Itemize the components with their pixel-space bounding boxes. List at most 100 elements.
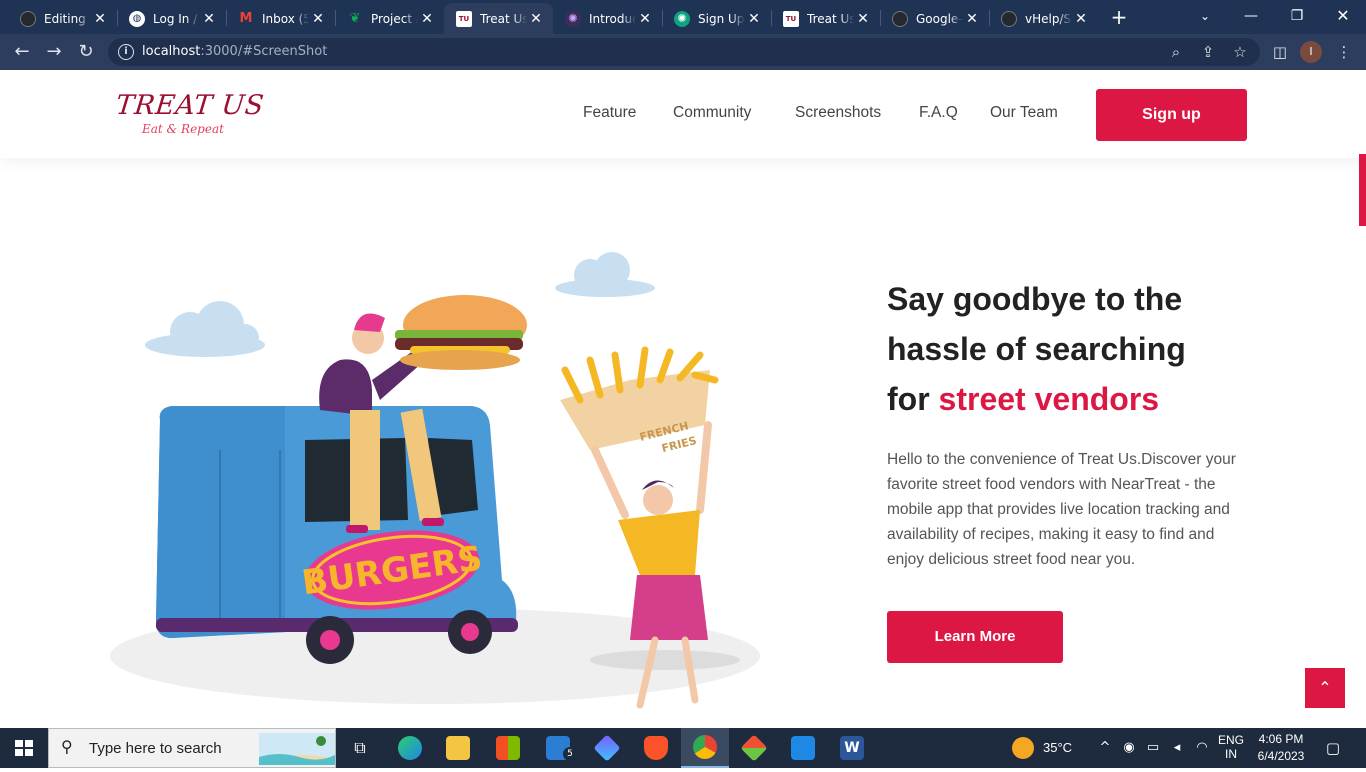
gmail-icon: M bbox=[239, 11, 253, 26]
search-icon: ⚲ bbox=[61, 737, 73, 756]
language-indicator[interactable]: ENG IN bbox=[1214, 733, 1248, 761]
copilot-icon[interactable] bbox=[583, 728, 631, 768]
tab-signup[interactable]: ✺ Sign Up ✕ bbox=[662, 3, 771, 34]
logo-title[interactable]: TREAT US bbox=[114, 90, 265, 121]
globe-icon: ◍ bbox=[129, 10, 145, 27]
tab-introducing[interactable]: ✺ Introduc ✕ bbox=[553, 3, 662, 34]
clock[interactable]: 4:06 PM 6/4/2023 bbox=[1252, 732, 1310, 763]
github-icon bbox=[892, 10, 908, 27]
close-icon[interactable]: ✕ bbox=[963, 11, 981, 27]
chrome-browser-icon[interactable] bbox=[681, 728, 729, 768]
new-tab-button[interactable]: + bbox=[1108, 6, 1130, 28]
url-text[interactable]: localhost:3000/#ScreenShot bbox=[142, 44, 327, 59]
windows-start-button[interactable] bbox=[0, 728, 48, 768]
signup-button[interactable]: Sign up bbox=[1096, 89, 1247, 141]
tab-editing[interactable]: Editing 2 ✕ bbox=[8, 3, 117, 34]
clock-time: 4:06 PM bbox=[1258, 732, 1304, 746]
url-path: :3000/#ScreenShot bbox=[200, 44, 328, 59]
close-icon[interactable]: ✕ bbox=[91, 11, 109, 27]
meet-now-icon[interactable]: ◉ bbox=[1120, 739, 1138, 757]
nav-faq[interactable]: F.A.Q bbox=[919, 104, 958, 122]
close-icon[interactable]: ✕ bbox=[854, 11, 872, 27]
git-icon[interactable] bbox=[730, 728, 778, 768]
tab-google[interactable]: Google- ✕ bbox=[880, 3, 989, 34]
tab-vhelp[interactable]: vHelp/S ✕ bbox=[989, 3, 1098, 34]
mail-icon[interactable]: 5 bbox=[534, 728, 582, 768]
tab-title: vHelp/S bbox=[1025, 11, 1072, 26]
close-icon[interactable]: ✕ bbox=[200, 11, 218, 27]
mongodb-icon: ❦ bbox=[349, 11, 361, 26]
treatus-icon: TU bbox=[783, 10, 799, 27]
hero-illustration: BURGERS FRENCH FRIES bbox=[110, 252, 760, 709]
clock-date: 6/4/2023 bbox=[1257, 749, 1305, 763]
hero-line-1: Say goodbye to the bbox=[887, 281, 1183, 317]
notification-icon[interactable]: ▢ bbox=[1324, 739, 1342, 757]
file-explorer-icon[interactable] bbox=[434, 728, 482, 768]
hero-line-3: for bbox=[887, 381, 939, 417]
close-icon[interactable]: ✕ bbox=[1072, 11, 1090, 27]
battery-icon[interactable]: ▭ bbox=[1144, 739, 1162, 757]
tab-title: Sign Up bbox=[698, 11, 745, 26]
tab-project[interactable]: ❦ Project A ✕ bbox=[335, 3, 444, 34]
share-icon[interactable]: ⇪ bbox=[1198, 42, 1218, 62]
tab-inbox[interactable]: M Inbox (5 ✕ bbox=[226, 3, 335, 34]
weather-sun-icon[interactable] bbox=[1012, 737, 1034, 759]
hero-accent: street vendors bbox=[938, 381, 1160, 417]
cloud-right-icon bbox=[555, 252, 655, 297]
minimize-button[interactable]: — bbox=[1228, 0, 1274, 34]
tab-login[interactable]: ◍ Log In / ✕ bbox=[117, 3, 226, 34]
volume-icon[interactable]: ◂ bbox=[1168, 739, 1186, 757]
task-view-icon[interactable]: ⧉ bbox=[336, 728, 384, 768]
weather-temp[interactable]: 35°C bbox=[1043, 740, 1072, 755]
wifi-icon[interactable]: ◠ bbox=[1193, 739, 1211, 757]
tab-title: Google- bbox=[916, 11, 963, 26]
nav-screenshots[interactable]: Screenshots bbox=[795, 104, 881, 122]
close-icon[interactable]: ✕ bbox=[745, 11, 763, 27]
microsoft-store-icon[interactable] bbox=[484, 728, 532, 768]
chevron-up-icon[interactable]: ^ bbox=[1096, 739, 1114, 757]
site-header: TREAT US Eat & Repeat Feature Community … bbox=[0, 70, 1366, 158]
back-to-top-chevron-up-icon[interactable]: ⌃ bbox=[1305, 668, 1345, 708]
learn-more-button[interactable]: Learn More bbox=[887, 611, 1063, 663]
tab-treat-us-active[interactable]: TU Treat Us ✕ bbox=[444, 3, 553, 34]
close-icon[interactable]: ✕ bbox=[527, 11, 545, 27]
close-window-button[interactable]: ✕ bbox=[1320, 0, 1366, 34]
scrollbar-thumb[interactable] bbox=[1359, 154, 1366, 226]
taskbar-search-box[interactable]: ⚲ Type here to search bbox=[48, 728, 336, 768]
nav-feature[interactable]: Feature bbox=[583, 104, 636, 122]
tab-title: Log In / bbox=[153, 11, 198, 26]
hero-description: Hello to the convenience of Treat Us.Dis… bbox=[887, 451, 1236, 568]
chatgpt-icon: ✺ bbox=[674, 10, 690, 27]
tab-title: Editing 2 bbox=[44, 11, 91, 26]
nav-our-team[interactable]: Our Team bbox=[990, 104, 1058, 122]
back-icon[interactable]: ← bbox=[10, 40, 34, 64]
close-icon[interactable]: ✕ bbox=[636, 11, 654, 27]
github-icon bbox=[20, 10, 36, 27]
brave-browser-icon[interactable] bbox=[632, 728, 680, 768]
vscode-icon[interactable] bbox=[779, 728, 827, 768]
address-bar[interactable]: i localhost:3000/#ScreenShot ⌕ ⇪ ☆ bbox=[108, 38, 1260, 66]
tab-search-icon[interactable]: ⌄ bbox=[1182, 0, 1228, 34]
food-truck: BURGERS bbox=[156, 406, 518, 664]
close-icon[interactable]: ✕ bbox=[309, 11, 327, 27]
side-panel-icon[interactable]: ◫ bbox=[1268, 40, 1292, 64]
bookmark-star-icon[interactable]: ☆ bbox=[1230, 42, 1250, 62]
hero-line-2: hassle of searching bbox=[887, 331, 1186, 367]
profile-avatar[interactable]: I bbox=[1300, 41, 1322, 63]
openai-icon: ✺ bbox=[565, 10, 581, 27]
nav-community[interactable]: Community bbox=[673, 104, 751, 122]
logo-subtitle: Eat & Repeat bbox=[142, 122, 224, 136]
close-icon[interactable]: ✕ bbox=[418, 11, 436, 27]
zoom-search-icon[interactable]: ⌕ bbox=[1166, 42, 1186, 62]
forward-icon[interactable]: → bbox=[42, 40, 66, 64]
region-code: IN bbox=[1225, 747, 1237, 761]
word-icon[interactable]: W bbox=[828, 728, 876, 768]
menu-icon[interactable]: ⋮ bbox=[1332, 40, 1356, 64]
restore-button[interactable]: ❐ bbox=[1274, 0, 1320, 34]
windows-logo-icon bbox=[15, 740, 33, 756]
girl-shadow bbox=[590, 650, 740, 670]
tab-treat-us[interactable]: TU Treat Us ✕ bbox=[771, 3, 880, 34]
edge-browser-icon[interactable] bbox=[386, 728, 434, 768]
site-info-icon[interactable]: i bbox=[118, 44, 134, 60]
reload-icon[interactable]: ↻ bbox=[74, 40, 98, 64]
